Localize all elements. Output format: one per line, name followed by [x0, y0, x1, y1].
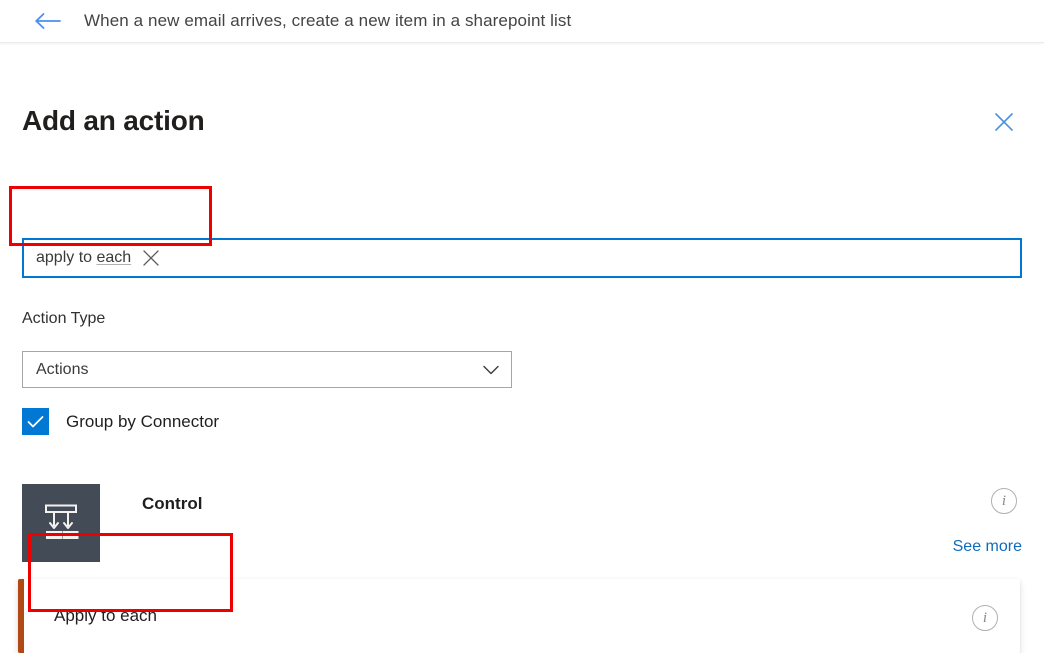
action-list-item-apply-to-each[interactable]: Apply to each i: [18, 579, 1020, 653]
info-icon[interactable]: i: [991, 488, 1017, 514]
control-flow-icon: [22, 484, 100, 562]
action-item-label: Apply to each: [54, 606, 158, 625]
action-type-label: Action Type: [22, 310, 106, 327]
add-action-panel: Add an action apply to each Action Type …: [0, 44, 1044, 653]
action-type-selected-value: Actions: [36, 360, 89, 378]
chevron-down-icon[interactable]: [471, 352, 511, 387]
info-icon[interactable]: i: [972, 605, 998, 631]
close-icon[interactable]: [988, 106, 1020, 138]
search-value-part-1: apply to: [36, 249, 97, 266]
search-field[interactable]: apply to each: [22, 238, 1022, 278]
connector-group-control: Control i See more: [22, 484, 1022, 562]
page-title: Add an action: [22, 105, 205, 136]
group-by-connector-checkbox[interactable]: Group by Connector: [22, 408, 219, 435]
panel-header: Add an action: [22, 104, 1022, 138]
action-accent-bar: [18, 579, 24, 653]
checkmark-icon: [27, 415, 44, 427]
connector-header: Control i See more: [22, 484, 1022, 562]
flow-title: When a new email arrives, create a new i…: [84, 11, 572, 30]
see-more-link[interactable]: See more: [953, 538, 1022, 556]
back-arrow-icon[interactable]: [26, 0, 70, 43]
flow-breadcrumb-bar: When a new email arrives, create a new i…: [0, 0, 1044, 43]
checkbox-box[interactable]: [22, 408, 49, 435]
group-by-connector-label: Group by Connector: [66, 411, 220, 431]
clear-search-icon[interactable]: [131, 240, 171, 276]
action-type-dropdown[interactable]: Actions: [22, 351, 512, 388]
connector-name: Control: [142, 494, 203, 513]
connector-actions: i See more: [892, 484, 1022, 562]
search-input[interactable]: apply to each: [24, 249, 131, 267]
search-value-part-2: each: [96, 249, 132, 266]
